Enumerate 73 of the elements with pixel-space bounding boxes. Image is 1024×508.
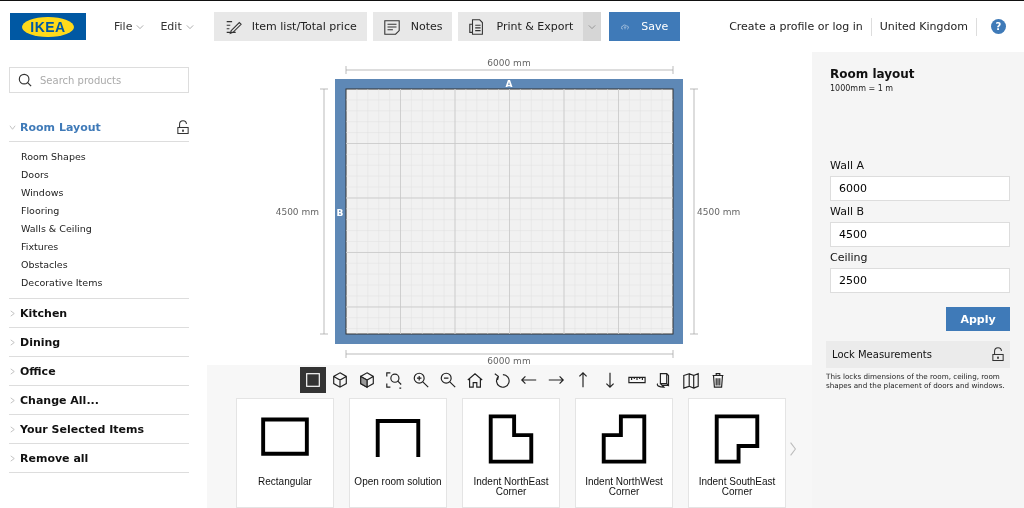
unlocked-padlock-icon bbox=[992, 347, 1004, 362]
chevron-right-icon bbox=[9, 454, 16, 462]
wall-label: A bbox=[505, 79, 513, 89]
wall-label: B bbox=[336, 208, 344, 218]
lock-label: Lock Measurements bbox=[832, 349, 932, 360]
sidebar-section[interactable]: Your Selected Items bbox=[20, 422, 189, 436]
sidebar-item[interactable]: Fixtures bbox=[21, 238, 189, 256]
lock-measurements-row[interactable]: Lock Measurements bbox=[826, 341, 1010, 368]
toolbar-button[interactable]: Notes bbox=[372, 12, 453, 41]
search-input[interactable]: Search products bbox=[40, 74, 170, 86]
sidebar-section[interactable]: Room Layout bbox=[20, 120, 173, 134]
save-button[interactable]: Save bbox=[609, 12, 681, 41]
zoom-fit-icon bbox=[385, 371, 403, 389]
input-field[interactable]: 4500 bbox=[830, 222, 1010, 247]
panel-title: Room layout bbox=[830, 67, 916, 81]
floor-plan-canvas[interactable]: 6000 mm 6000 mm 4500 mm 4500 mm A B bbox=[207, 52, 812, 365]
toolbar-button[interactable]: Item list/Total price bbox=[213, 12, 367, 41]
sidebar-section[interactable]: Office bbox=[20, 364, 189, 378]
sidebar-item[interactable]: Doors bbox=[21, 166, 189, 184]
menu-button[interactable]: Edit bbox=[158, 18, 196, 35]
zoom-in-icon bbox=[412, 371, 430, 389]
toolbar-button[interactable]: Print & Export bbox=[458, 12, 584, 41]
menu-button[interactable]: File bbox=[112, 18, 147, 35]
sidebar-section[interactable]: Remove all bbox=[20, 451, 189, 465]
chevron-right-icon bbox=[9, 367, 16, 375]
apply-button[interactable]: Apply bbox=[946, 307, 1010, 331]
sidebar-section[interactable]: Kitchen bbox=[20, 306, 189, 320]
note-icon bbox=[382, 17, 401, 36]
sidebar-item[interactable]: Windows bbox=[21, 184, 189, 202]
caret-icon bbox=[588, 23, 597, 30]
zoom-out-icon bbox=[439, 371, 457, 389]
tool-button[interactable] bbox=[300, 367, 326, 393]
rotate-icon bbox=[493, 371, 511, 389]
shaded-cube-icon bbox=[358, 371, 376, 389]
dimension-label: 4500 mm bbox=[697, 207, 741, 217]
square-icon bbox=[304, 371, 322, 389]
chevron-right-icon bbox=[9, 396, 16, 404]
sidebar-item[interactable]: Flooring bbox=[21, 202, 189, 220]
home-icon bbox=[466, 371, 484, 389]
caret-icon bbox=[136, 23, 145, 30]
chevron-right-icon bbox=[9, 309, 16, 317]
field-label: Wall B bbox=[830, 205, 866, 218]
header-link[interactable]: United Kingdom bbox=[871, 17, 977, 36]
caret-icon bbox=[185, 23, 194, 30]
input-field[interactable]: 6000 bbox=[830, 176, 1010, 201]
sidebar-item[interactable]: Walls & Ceiling bbox=[21, 220, 189, 238]
sidebar-item[interactable]: Decorative Items bbox=[21, 274, 189, 292]
search-field[interactable]: Search products bbox=[9, 67, 189, 93]
field-label: Ceiling bbox=[830, 251, 869, 264]
field-label: Wall A bbox=[830, 159, 866, 172]
room-shape-card[interactable]: Indent NorthEast Corner bbox=[462, 398, 560, 508]
sidebar-item[interactable]: Room Shapes bbox=[21, 148, 189, 166]
chevron-right-icon bbox=[9, 425, 16, 433]
dimension-label: 4500 mm bbox=[275, 207, 319, 217]
unlocked-padlock-icon[interactable] bbox=[177, 119, 189, 135]
room-shape-card[interactable]: Indent SouthEast Corner bbox=[688, 398, 786, 508]
dimension-label: 6000 mm bbox=[487, 356, 531, 365]
input-field[interactable]: 2500 bbox=[830, 268, 1010, 293]
cube-icon bbox=[331, 371, 349, 389]
sidebar-section[interactable]: Change All... bbox=[20, 393, 189, 407]
room-shape-card[interactable]: Open room solution bbox=[349, 398, 447, 508]
chevron-right-icon bbox=[9, 338, 16, 346]
logo[interactable]: IKEA bbox=[10, 13, 86, 40]
chevron-down-icon bbox=[9, 123, 16, 131]
sidebar-section[interactable]: Dining bbox=[20, 335, 189, 349]
room-shape-card[interactable]: Rectangular bbox=[236, 398, 334, 508]
header-link[interactable]: Create a profile or log in bbox=[721, 17, 872, 36]
dimension-label: 6000 mm bbox=[487, 58, 531, 68]
sidebar-item[interactable]: Obstacles bbox=[21, 256, 189, 274]
scale-text: 1000mm = 1 m bbox=[830, 84, 895, 93]
room-shape-card[interactable]: Indent NorthWest Corner bbox=[575, 398, 673, 508]
search-icon bbox=[18, 73, 32, 87]
help-button[interactable]: ? bbox=[991, 19, 1006, 34]
